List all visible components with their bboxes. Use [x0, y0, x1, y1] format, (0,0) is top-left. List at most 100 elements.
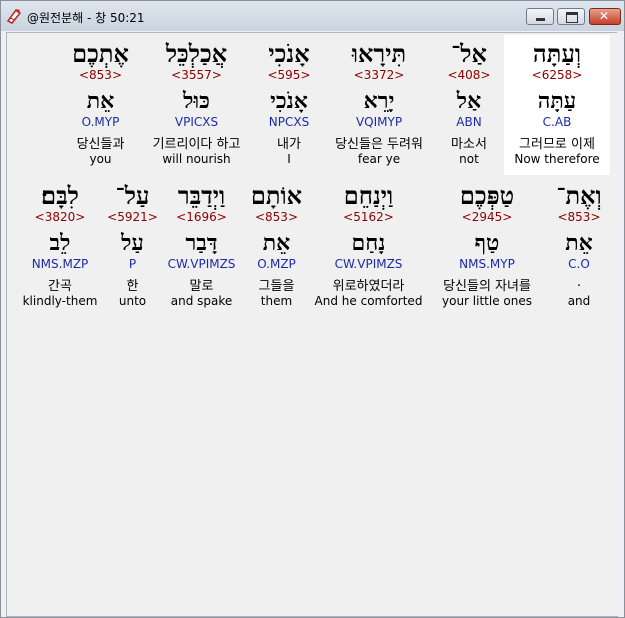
- hebrew-word: וְאֶת־: [556, 181, 602, 210]
- hebrew-root: לֵב: [49, 230, 71, 256]
- morphology-code: O.MZP: [257, 257, 296, 271]
- english-gloss: klindly-them: [22, 294, 98, 308]
- strong-number[interactable]: <853>: [547, 210, 611, 224]
- morphology-code: C.O: [568, 257, 590, 271]
- hebrew-word: תִּירָאוּ: [351, 39, 407, 68]
- morphology-code: NMS.MYP: [459, 257, 515, 271]
- korean-gloss: 당신들과: [76, 137, 125, 152]
- hebrew-root: דָּבַר: [185, 230, 218, 256]
- english-gloss: them: [260, 294, 293, 308]
- title-bar[interactable]: @원전분해 - 창 50:21: [1, 1, 624, 31]
- english-gloss: will nourish: [162, 152, 231, 166]
- korean-gloss: 기르리이다 하고: [152, 137, 241, 152]
- morphology-code: CW.VPIMZS: [334, 257, 403, 271]
- english-gloss: you: [89, 152, 112, 166]
- app-icon: [6, 8, 22, 24]
- word-cell[interactable]: וְאֶת־ <853> אֵת C.O . and: [547, 177, 611, 317]
- hebrew-word: לִבָּם׃: [41, 181, 79, 210]
- english-gloss: I: [287, 152, 291, 166]
- hebrew-root: אָנֹכִי: [270, 88, 308, 114]
- hebrew-root: עַל: [121, 230, 144, 256]
- window-title: @원전분해 - 창 50:21: [27, 11, 145, 25]
- korean-gloss: 마소서: [451, 137, 487, 152]
- strong-number[interactable]: <408>: [434, 68, 504, 82]
- english-gloss: And he comforted: [314, 294, 423, 308]
- strong-number[interactable]: <3820>: [15, 210, 105, 224]
- korean-gloss: 당신들의 자녀를: [443, 279, 531, 294]
- vertical-scrollbar[interactable]: [617, 32, 623, 616]
- strong-number[interactable]: <595>: [254, 68, 324, 82]
- word-cell[interactable]: אָנֹכִי <595> אָנֹכִי NPCXS 내가 I: [254, 35, 324, 175]
- korean-gloss: 한: [126, 279, 139, 294]
- korean-gloss: 내가: [277, 137, 301, 152]
- hebrew-root: אֵת: [86, 88, 115, 114]
- hebrew-word: וַיְנַחֵם: [343, 181, 394, 210]
- morphology-code: NPCXS: [268, 115, 310, 129]
- strong-number[interactable]: <853>: [62, 68, 139, 82]
- korean-gloss: 그러므로 이제: [519, 137, 595, 152]
- word-cell[interactable]: אֶתְכֶם <853> אֵת O.MYP 당신들과 you: [62, 35, 139, 175]
- strong-number[interactable]: <5162>: [310, 210, 427, 224]
- word-cell[interactable]: אֲכַלְכֵּל <3557> כּוּל VPICXS 기르리이다 하고 …: [139, 35, 254, 175]
- hebrew-word: אֲכַלְכֵּל: [165, 39, 228, 68]
- morphology-code: C.AB: [542, 115, 572, 129]
- hebrew-root: אַל: [456, 88, 482, 114]
- word-cell[interactable]: אוֹתָם <853> אֵת O.MZP 그들을 them: [243, 177, 310, 317]
- hebrew-word: וַיְדַבֵּר: [177, 181, 226, 210]
- strong-number[interactable]: <6258>: [504, 68, 610, 82]
- word-cell[interactable]: לִבָּם׃ <3820> לֵב NMS.MZP 간곡 klindly-th…: [15, 177, 105, 317]
- morphology-code: VPICXS: [174, 115, 219, 129]
- strong-number[interactable]: <1696>: [160, 210, 243, 224]
- word-cell[interactable]: וַיְדַבֵּר <1696> דָּבַר CW.VPIMZS 말로 an…: [160, 177, 243, 317]
- hebrew-word: אַל־: [451, 39, 487, 68]
- korean-gloss: 간곡: [48, 279, 72, 294]
- strong-number[interactable]: <3557>: [139, 68, 254, 82]
- word-cell-selected[interactable]: וְעַתָּה <6258> עַתָּה C.AB 그러므로 이제 Now …: [504, 35, 610, 175]
- korean-gloss: 위로하였더라: [332, 279, 405, 294]
- english-gloss: unto: [118, 294, 147, 308]
- interlinear-panel: וְעַתָּה <6258> עַתָּה C.AB 그러므로 이제 Now …: [6, 32, 618, 617]
- korean-gloss: 당신들은 두려워: [335, 137, 423, 152]
- english-gloss: and spake: [170, 294, 233, 308]
- strong-number[interactable]: <5921>: [105, 210, 160, 224]
- morphology-code: NMS.MZP: [31, 257, 89, 271]
- hebrew-word: טַפְּכֶם: [459, 181, 515, 210]
- hebrew-root: אֵת: [565, 230, 593, 256]
- english-gloss: your little ones: [442, 294, 532, 308]
- english-gloss: and: [567, 294, 591, 308]
- morphology-code: VQIMYP: [355, 115, 403, 129]
- strong-number[interactable]: <853>: [243, 210, 310, 224]
- strong-number[interactable]: <3372>: [324, 68, 434, 82]
- morphology-code: ABN: [456, 115, 482, 129]
- english-gloss: fear ye: [357, 152, 401, 166]
- word-cell[interactable]: אַל־ <408> אַל ABN 마소서 not: [434, 35, 504, 175]
- english-gloss: not: [459, 152, 479, 166]
- korean-gloss: 말로: [189, 279, 214, 294]
- word-cell[interactable]: תִּירָאוּ <3372> יָרֵא VQIMYP 당신들은 두려워 f…: [324, 35, 434, 175]
- hebrew-root: עַתָּה: [537, 88, 577, 114]
- minimize-button[interactable]: [526, 8, 554, 25]
- strong-number[interactable]: <2945>: [427, 210, 547, 224]
- hebrew-root: כּוּל: [183, 88, 210, 114]
- hebrew-word: אֶתְכֶם: [72, 39, 129, 68]
- word-cell[interactable]: טַפְּכֶם <2945> טַף NMS.MYP 당신들의 자녀를 you…: [427, 177, 547, 317]
- hebrew-word: וְעַתָּה: [532, 39, 582, 68]
- word-cell[interactable]: עַל־ <5921> עַל P 한 unto: [105, 177, 160, 317]
- morphology-code: P: [128, 257, 137, 271]
- hebrew-root: אֵת: [262, 230, 291, 256]
- korean-gloss: 그들을: [258, 279, 295, 294]
- window: @원전분해 - 창 50:21 וְעַתָּה <6258> עַתָּה C…: [0, 0, 625, 618]
- hebrew-word: אוֹתָם: [250, 181, 303, 210]
- hebrew-root: נָחַם: [351, 230, 386, 256]
- hebrew-root: יָרֵא: [363, 88, 395, 114]
- korean-gloss: .: [576, 275, 582, 290]
- morphology-code: O.MYP: [81, 115, 120, 129]
- hebrew-root: טַף: [474, 230, 500, 256]
- word-cell[interactable]: וַיְנַחֵם <5162> נָחַם CW.VPIMZS 위로하였더라 …: [310, 177, 427, 317]
- morphology-code: CW.VPIMZS: [167, 257, 236, 271]
- close-button[interactable]: [589, 8, 621, 25]
- english-gloss: Now therefore: [514, 152, 600, 166]
- maximize-button[interactable]: [557, 8, 585, 25]
- hebrew-word: אָנֹכִי: [268, 39, 310, 68]
- hebrew-word: עַל־: [115, 181, 150, 210]
